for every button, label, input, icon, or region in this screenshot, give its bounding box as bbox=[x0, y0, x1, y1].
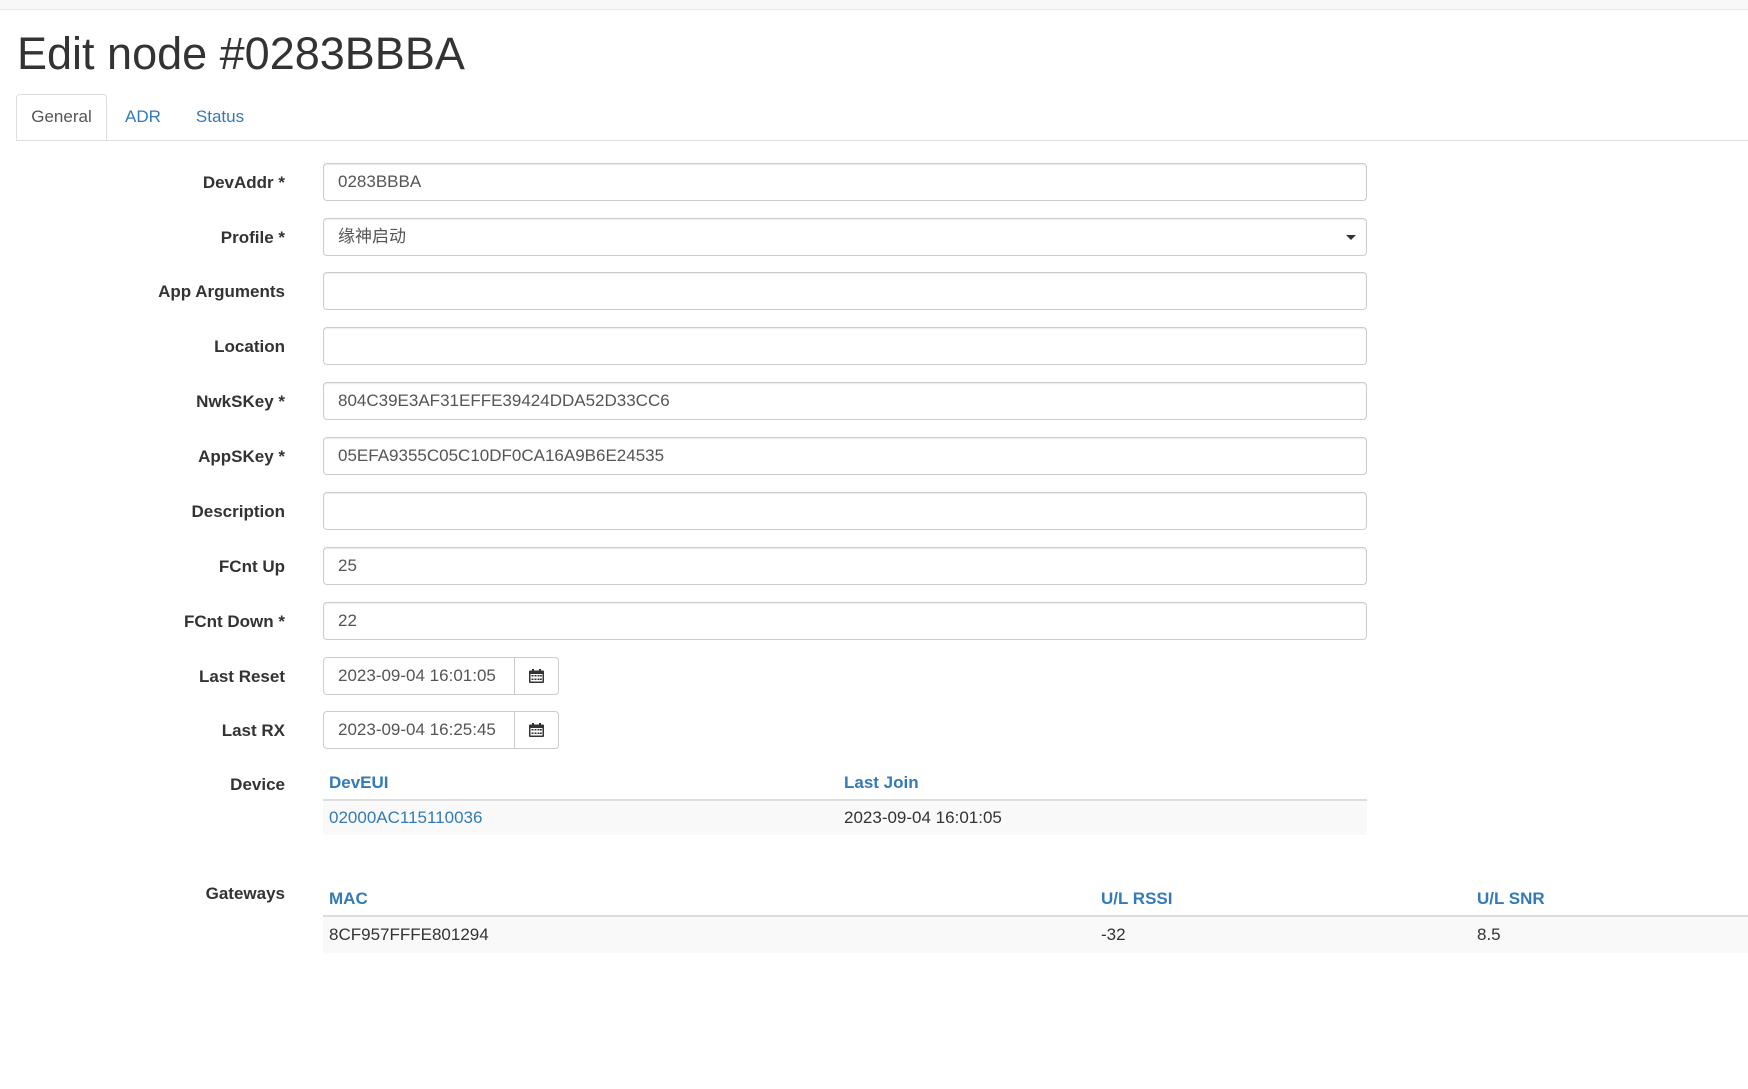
last-reset-label: Last Reset bbox=[199, 667, 285, 686]
mac-header[interactable]: MAC bbox=[329, 889, 368, 909]
description-label: Description bbox=[191, 502, 285, 521]
devaddr-input[interactable] bbox=[323, 163, 1367, 201]
appskey-row: AppSKey * bbox=[0, 437, 1748, 477]
rssi-header[interactable]: U/L RSSI bbox=[1101, 889, 1172, 909]
fcnt-down-input[interactable] bbox=[323, 602, 1367, 640]
last-join-header[interactable]: Last Join bbox=[844, 773, 919, 793]
devaddr-row: DevAddr * bbox=[0, 163, 1748, 203]
last-rx-input[interactable] bbox=[323, 711, 515, 749]
last-reset-datepicker bbox=[323, 657, 559, 695]
rssi-cell: -32 bbox=[1101, 925, 1126, 944]
last-reset-input[interactable] bbox=[323, 657, 515, 695]
tab-general[interactable]: General bbox=[16, 94, 107, 140]
tab-status[interactable]: Status bbox=[183, 94, 257, 140]
calendar-icon bbox=[529, 723, 544, 737]
last-reset-calendar-button[interactable] bbox=[514, 657, 559, 695]
location-row: Location bbox=[0, 327, 1748, 367]
profile-row: Profile * 缘神启动 bbox=[0, 218, 1748, 258]
location-input[interactable] bbox=[323, 327, 1367, 365]
devaddr-label: DevAddr * bbox=[202, 173, 285, 192]
profile-label: Profile * bbox=[220, 228, 285, 247]
last-rx-label: Last RX bbox=[221, 721, 285, 740]
last-reset-row: Last Reset bbox=[0, 657, 1748, 697]
deveui-link[interactable]: 02000AC115110036 bbox=[329, 808, 482, 828]
table-row bbox=[323, 917, 1748, 953]
fcnt-up-row: FCnt Up bbox=[0, 547, 1748, 587]
device-label: Device bbox=[230, 775, 285, 794]
description-input[interactable] bbox=[323, 492, 1367, 530]
appskey-label: AppSKey * bbox=[198, 447, 285, 466]
app-arguments-label: App Arguments bbox=[158, 282, 285, 301]
last-rx-datepicker bbox=[323, 711, 559, 749]
deveui-header[interactable]: DevEUI bbox=[329, 773, 389, 793]
nwkskey-label: NwkSKey * bbox=[196, 392, 285, 411]
nwkskey-input[interactable] bbox=[323, 382, 1367, 420]
fcnt-down-row: FCnt Down * bbox=[0, 602, 1748, 642]
mac-cell: 8CF957FFFE801294 bbox=[329, 925, 489, 944]
profile-selected-value: 缘神启动 bbox=[338, 227, 406, 246]
app-arguments-input[interactable] bbox=[323, 272, 1367, 310]
tab-bar: General ADR Status bbox=[16, 94, 1748, 141]
last-join-cell: 2023-09-04 16:01:05 bbox=[844, 808, 1002, 827]
snr-header[interactable]: U/L SNR bbox=[1477, 889, 1545, 909]
top-navbar bbox=[0, 0, 1748, 10]
profile-select[interactable]: 缘神启动 bbox=[323, 218, 1367, 256]
gateways-label: Gateways bbox=[205, 884, 285, 903]
last-rx-row: Last RX bbox=[0, 711, 1748, 751]
nwkskey-row: NwkSKey * bbox=[0, 382, 1748, 422]
page-title: Edit node #0283BBBA bbox=[17, 28, 465, 79]
fcnt-down-label: FCnt Down * bbox=[183, 612, 285, 631]
app-arguments-row: App Arguments bbox=[0, 272, 1748, 312]
caret-down-icon bbox=[1346, 235, 1356, 240]
last-rx-calendar-button[interactable] bbox=[514, 711, 559, 749]
fcnt-up-label: FCnt Up bbox=[218, 557, 285, 576]
snr-cell: 8.5 bbox=[1477, 925, 1501, 944]
description-row: Description bbox=[0, 492, 1748, 532]
fcnt-up-input[interactable] bbox=[323, 547, 1367, 585]
tab-adr[interactable]: ADR bbox=[111, 94, 175, 140]
calendar-icon bbox=[529, 669, 544, 683]
appskey-input[interactable] bbox=[323, 437, 1367, 475]
location-label: Location bbox=[214, 337, 285, 356]
